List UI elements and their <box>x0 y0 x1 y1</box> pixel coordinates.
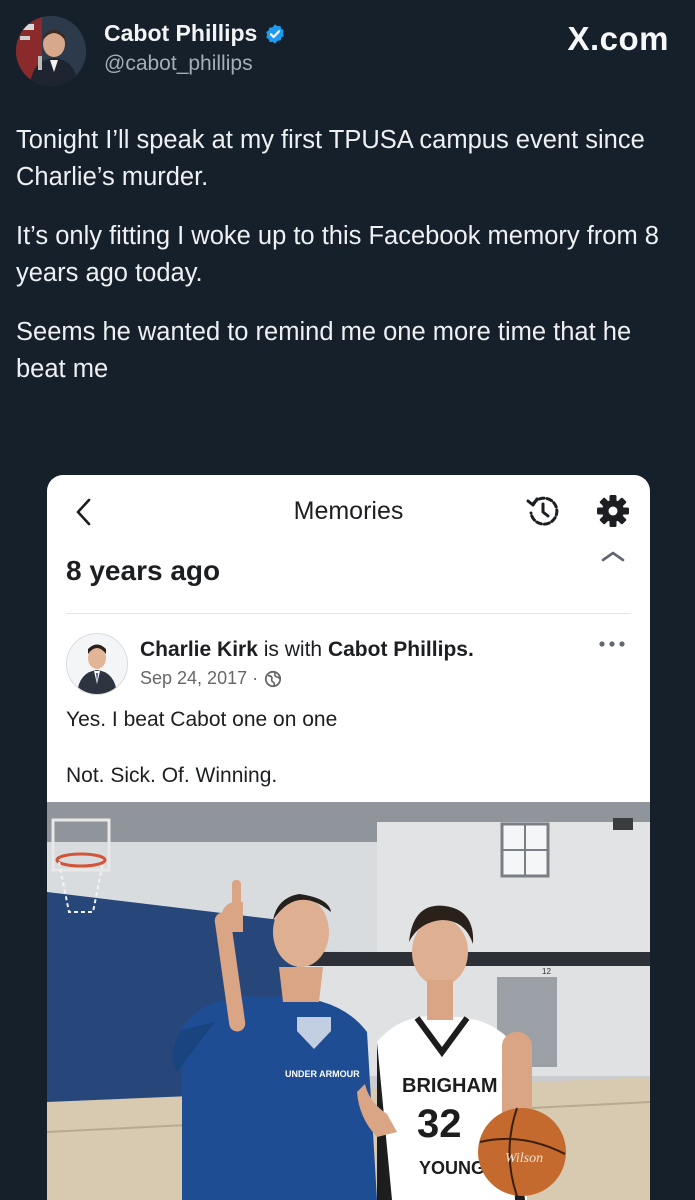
verified-badge-icon <box>266 23 285 44</box>
author-handle[interactable]: @cabot_phillips <box>104 52 286 76</box>
tweet-paragraph: It’s only fitting I woke up to this Face… <box>16 222 659 287</box>
site-logo-text: X.com <box>567 20 669 57</box>
author-display-name-text[interactable]: Cabot Phillips <box>104 20 257 47</box>
gear-icon[interactable] <box>595 493 631 529</box>
post-meta: Sep 24, 2017 · <box>140 668 282 689</box>
more-options-icon[interactable] <box>597 639 627 649</box>
memories-top-bar: Memories <box>47 475 650 550</box>
jersey-name2-text: YOUNG <box>419 1158 485 1178</box>
chevron-up-icon[interactable] <box>600 549 626 563</box>
shirt-brand-text: UNDER ARMOUR <box>285 1069 360 1079</box>
post-author-avatar[interactable] <box>66 633 128 695</box>
tweet-header: Cabot Phillips @cabot_phillips X.com <box>16 14 669 86</box>
jersey-name-text: BRIGHAM <box>402 1075 498 1097</box>
jersey-number-text: 32 <box>417 1102 462 1146</box>
embedded-screenshot-card[interactable]: Memories 8 years ago Charlie Kirk is wit… <box>47 475 650 1200</box>
tweet-paragraph: Seems he wanted to remind me one more ti… <box>16 318 632 383</box>
globe-icon <box>265 670 282 687</box>
tweet-body: Tonight I’ll speak at my first TPUSA cam… <box>16 122 681 410</box>
post-text-line: Not. Sick. Of. Winning. <box>66 764 278 787</box>
post-with-text: is with <box>263 638 323 661</box>
ball-brand-text: Wilson <box>505 1151 543 1166</box>
history-icon[interactable] <box>525 493 561 529</box>
post-photo[interactable]: 12 UNDER ARMOUR BRIGHAM 32 YOUNG Wilson <box>47 802 650 1200</box>
author-avatar[interactable] <box>16 16 86 86</box>
post-date[interactable]: Sep 24, 2017 <box>140 668 247 689</box>
wall-number: 12 <box>542 967 551 976</box>
section-heading: 8 years ago <box>66 555 221 586</box>
author-names: Cabot Phillips @cabot_phillips <box>104 20 286 76</box>
post-author-name[interactable]: Charlie Kirk <box>140 638 258 661</box>
post-header-line: Charlie Kirk is with Cabot Phillips. <box>140 638 474 662</box>
tweet-paragraph: Tonight I’ll speak at my first TPUSA cam… <box>16 126 645 191</box>
divider <box>66 613 631 614</box>
author-display-name[interactable]: Cabot Phillips <box>104 20 286 47</box>
post-text-line: Yes. I beat Cabot one on one <box>66 708 338 731</box>
meta-separator: · <box>252 668 259 688</box>
post-tagged-name[interactable]: Cabot Phillips. <box>328 638 474 661</box>
